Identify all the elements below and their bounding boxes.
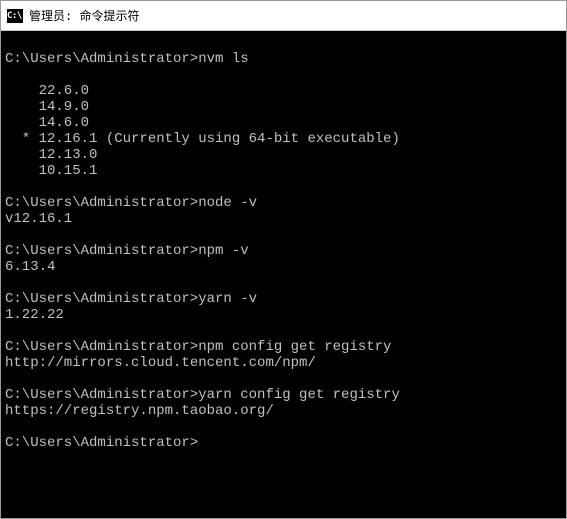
terminal-line <box>5 67 566 83</box>
terminal-line: http://mirrors.cloud.tencent.com/npm/ <box>5 355 566 371</box>
terminal-line: https://registry.npm.taobao.org/ <box>5 403 566 419</box>
terminal-line <box>5 35 566 51</box>
terminal-line: C:\Users\Administrator>yarn -v <box>5 291 566 307</box>
terminal-line: 22.6.0 <box>5 83 566 99</box>
terminal-line <box>5 275 566 291</box>
terminal-line <box>5 371 566 387</box>
terminal-line: C:\Users\Administrator>node -v <box>5 195 566 211</box>
terminal-output[interactable]: C:\Users\Administrator>nvm ls 22.6.0 14.… <box>1 31 566 518</box>
terminal-line: 10.15.1 <box>5 163 566 179</box>
terminal-line <box>5 179 566 195</box>
terminal-line: 14.9.0 <box>5 99 566 115</box>
app-icon: C:\. <box>7 9 23 23</box>
titlebar[interactable]: C:\. 管理员: 命令提示符 <box>1 1 566 31</box>
terminal-line: 12.13.0 <box>5 147 566 163</box>
terminal-line: C:\Users\Administrator>npm config get re… <box>5 339 566 355</box>
terminal-line <box>5 227 566 243</box>
terminal-line <box>5 323 566 339</box>
terminal-line: C:\Users\Administrator>npm -v <box>5 243 566 259</box>
terminal-line: 14.6.0 <box>5 115 566 131</box>
terminal-line: 1.22.22 <box>5 307 566 323</box>
terminal-line: 6.13.4 <box>5 259 566 275</box>
terminal-line: C:\Users\Administrator>nvm ls <box>5 51 566 67</box>
terminal-line: C:\Users\Administrator> <box>5 435 566 451</box>
terminal-line <box>5 419 566 435</box>
command-prompt-window: C:\. 管理员: 命令提示符 C:\Users\Administrator>n… <box>0 0 567 519</box>
terminal-line: C:\Users\Administrator>yarn config get r… <box>5 387 566 403</box>
window-title: 管理员: 命令提示符 <box>29 7 139 24</box>
terminal-line: v12.16.1 <box>5 211 566 227</box>
terminal-line: * 12.16.1 (Currently using 64-bit execut… <box>5 131 566 147</box>
